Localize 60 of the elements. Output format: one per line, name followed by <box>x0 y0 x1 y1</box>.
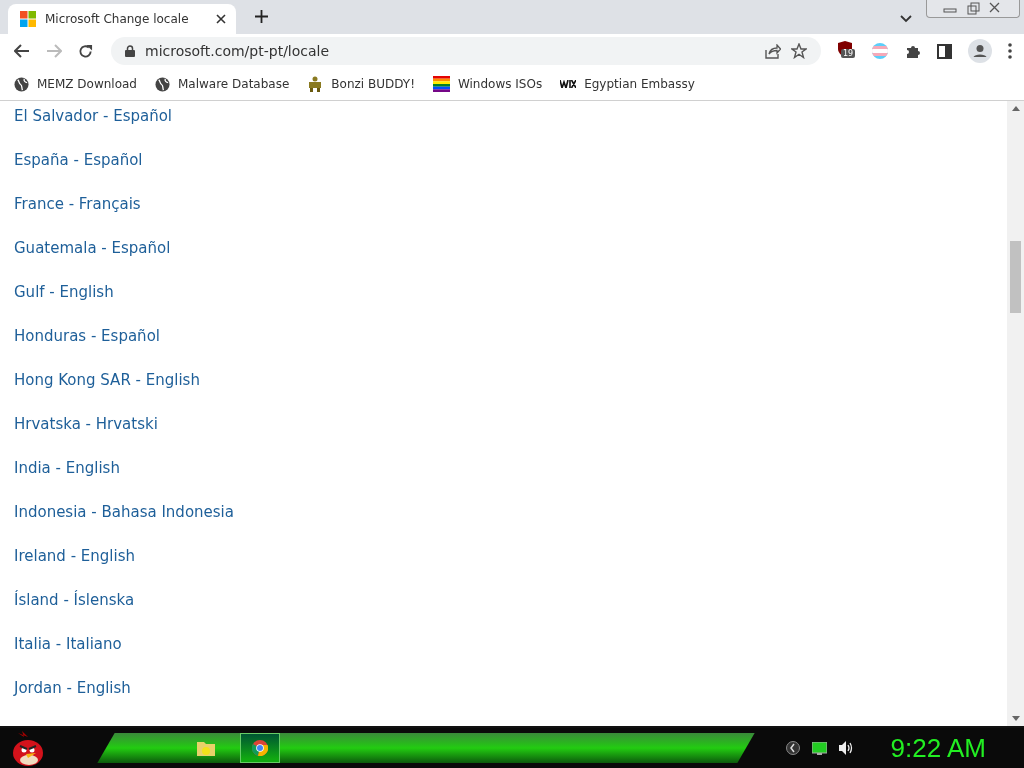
monitor-icon[interactable] <box>811 741 827 755</box>
locale-link[interactable]: Hrvatska - Hrvatski <box>14 413 158 435</box>
close-icon[interactable] <box>216 14 226 24</box>
locale-link[interactable]: France - Français <box>14 193 141 215</box>
crescent-icon[interactable] <box>785 741 800 755</box>
locale-link[interactable]: El Salvador - Español <box>14 105 173 127</box>
locale-link[interactable]: Ísland - Íslenska <box>14 589 135 611</box>
puzzle-icon[interactable] <box>905 43 921 59</box>
back-arrow-icon[interactable] <box>14 44 30 58</box>
locale-link[interactable]: Indonesia - Bahasa Indonesia <box>14 501 234 523</box>
lock-icon <box>125 45 135 57</box>
locale-link[interactable]: Honduras - Español <box>14 325 160 347</box>
star-icon[interactable] <box>791 43 807 59</box>
globe-icon <box>14 76 29 92</box>
bookmark[interactable]: Egyptian Embassy <box>560 77 695 91</box>
window-controls[interactable] <box>926 0 1020 18</box>
rainbow-flag-icon <box>432 76 450 92</box>
bookmark[interactable]: Windows ISOs <box>432 76 543 92</box>
chevron-down-icon[interactable] <box>900 15 912 23</box>
scrollbar-thumb[interactable] <box>1010 241 1021 313</box>
profile-icon[interactable] <box>968 39 992 63</box>
locale-link[interactable]: Guatemala - Español <box>14 237 171 259</box>
taskbar-app[interactable] <box>240 733 280 763</box>
locale-link[interactable]: Italia - Italiano <box>14 633 122 655</box>
bookmark[interactable]: MEMZ Download <box>14 76 137 92</box>
figures-icon <box>307 76 324 92</box>
wix-logo-icon <box>560 80 577 88</box>
bookmark-label: Egyptian Embassy <box>584 77 695 91</box>
locale-link[interactable]: España - Español <box>14 149 143 171</box>
extension-badge: 19 <box>841 49 856 58</box>
scrollbar[interactable] <box>1007 101 1024 726</box>
four-squares-icon <box>20 11 36 27</box>
reload-icon[interactable] <box>78 43 93 59</box>
bookmark-label: Malware Database <box>178 77 290 91</box>
browser-tab[interactable]: Microsoft Change locale <box>8 4 236 34</box>
scroll-down-arrow-icon[interactable] <box>1011 716 1020 721</box>
bookmark[interactable]: Malware Database <box>155 76 290 92</box>
side-panel-icon[interactable] <box>937 43 952 59</box>
address-bar[interactable]: microsoft.com/pt-pt/locale <box>111 37 821 65</box>
speaker-icon[interactable] <box>838 741 855 755</box>
bookmark-label: MEMZ Download <box>37 77 137 91</box>
bookmark-label: Windows ISOs <box>457 77 543 91</box>
bird-icon[interactable] <box>10 729 46 767</box>
bookmark[interactable]: Bonzi BUDDY! <box>307 76 415 92</box>
locale-link[interactable]: Ireland - English <box>14 545 135 567</box>
locale-link[interactable]: Gulf - English <box>14 281 114 303</box>
clock[interactable]: 9:22 AM <box>890 732 986 764</box>
plus-icon[interactable] <box>255 10 268 23</box>
menu-icon[interactable] <box>1008 43 1012 59</box>
share-icon[interactable] <box>765 43 781 59</box>
folder-icon <box>197 740 215 756</box>
globe-icon <box>155 76 170 92</box>
locale-link[interactable]: Jordan - English <box>14 677 131 699</box>
locale-link[interactable]: India - English <box>14 457 120 479</box>
bookmark-label: Bonzi BUDDY! <box>331 77 415 91</box>
scroll-up-arrow-icon[interactable] <box>1011 106 1020 111</box>
tab-title: Microsoft Change locale <box>45 12 190 26</box>
url-text: microsoft.com/pt-pt/locale <box>145 43 330 59</box>
chrome-icon <box>252 740 268 756</box>
locale-link[interactable]: Hong Kong SAR - English <box>14 369 200 391</box>
